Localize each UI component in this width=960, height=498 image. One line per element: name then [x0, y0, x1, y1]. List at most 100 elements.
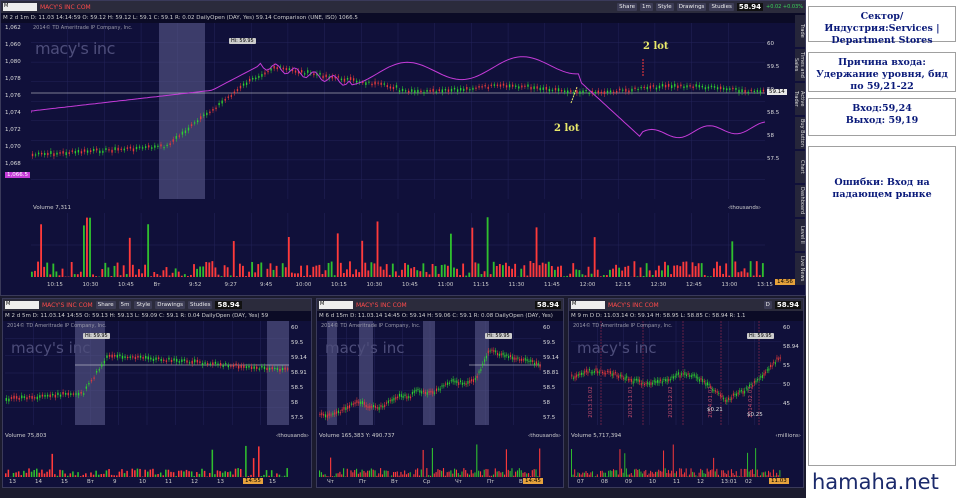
side-tab-3[interactable]: Buy Button: [795, 117, 805, 149]
main-price-tag: 59.14: [767, 89, 787, 95]
candle-body: [334, 412, 336, 415]
studies-button[interactable]: Studies: [709, 3, 734, 11]
candle-body: [625, 88, 627, 92]
chart3-symbol-input[interactable]: M: [319, 301, 353, 309]
candle-body: [245, 366, 248, 369]
candle-body: [539, 87, 541, 91]
volume-bar: [326, 476, 328, 477]
candle-body: [389, 399, 391, 402]
volume-bar: [691, 262, 694, 277]
candle-body: [491, 349, 493, 351]
volume-bar: [268, 475, 270, 477]
volume-bar: [361, 469, 363, 477]
candle-body: [771, 365, 773, 367]
candle-body: [393, 397, 395, 401]
axis-label: 58.5: [767, 110, 780, 116]
candle-body: [80, 392, 82, 394]
annotation-2lot-a: 2 lot: [643, 41, 669, 52]
chart2-interval-button[interactable]: 5m: [118, 301, 132, 309]
volume-bar: [477, 263, 480, 277]
candle-body: [168, 357, 170, 360]
chart2-symbol-input[interactable]: M: [5, 301, 39, 309]
volume-bar: [324, 474, 326, 477]
chart4-volume-plot[interactable]: [571, 441, 781, 477]
volume-bar: [498, 263, 501, 277]
chart4-symbol-input[interactable]: M: [571, 301, 605, 309]
volume-bar: [526, 473, 528, 477]
symbol-input[interactable]: M: [3, 3, 37, 11]
candle-body: [671, 85, 673, 89]
volume-bar: [734, 474, 736, 477]
side-tab-6[interactable]: Level II: [795, 219, 805, 251]
volume-bar: [582, 472, 584, 477]
side-tab-1[interactable]: Times and Sales: [793, 49, 805, 81]
candle-body: [178, 135, 181, 137]
candle-body: [537, 363, 539, 366]
volume-bar: [229, 275, 232, 277]
volume-bar: [505, 262, 507, 277]
chart2-drawings-button[interactable]: Drawings: [155, 301, 186, 309]
candle-body: [56, 152, 58, 155]
candle-body: [671, 376, 673, 378]
candle-body: [92, 148, 95, 152]
candle-body: [15, 396, 18, 399]
side-tab-7[interactable]: Live News: [795, 253, 805, 285]
axis-label: 58: [543, 400, 550, 406]
candle-body: [389, 86, 392, 89]
candle-body: [700, 378, 702, 380]
style-button[interactable]: Style: [655, 3, 674, 11]
chart2-volume-plot[interactable]: [5, 441, 289, 477]
side-tab-4[interactable]: Chart: [795, 151, 805, 183]
chart2-price-plot[interactable]: [5, 321, 289, 425]
candle-body: [481, 86, 483, 88]
candle-body: [698, 84, 700, 88]
chart2-volume-units: ‹thousands›: [276, 433, 309, 439]
volume-bar: [382, 269, 385, 277]
axis-label: 13:00: [721, 282, 738, 288]
candle-body: [504, 354, 506, 358]
volume-bar: [162, 270, 165, 277]
volume-bar: [116, 475, 118, 477]
side-tab-0[interactable]: Trade: [795, 15, 805, 47]
chart2-studies-button[interactable]: Studies: [188, 301, 213, 309]
interval-button[interactable]: 1m: [640, 3, 653, 11]
candle-body: [615, 91, 618, 93]
volume-bar: [761, 472, 763, 477]
notes-panel: Сектор/Индустрия:Services | Department S…: [806, 0, 960, 498]
candle-body: [676, 373, 678, 376]
candle-body: [710, 85, 713, 88]
axis-label: 58.91: [291, 370, 307, 376]
candle-body: [268, 367, 271, 370]
volume-bar: [34, 270, 36, 277]
axis-label: 1,070: [5, 144, 21, 150]
candle-body: [478, 371, 480, 373]
volume-bar: [322, 474, 324, 477]
drawings-button[interactable]: Drawings: [676, 3, 707, 11]
axis-label: 13: [217, 479, 224, 485]
volume-bar: [708, 471, 710, 477]
candle-body: [102, 150, 104, 153]
volume-bar: [547, 261, 550, 277]
volume-bar: [539, 448, 541, 477]
volume-bar: [579, 473, 581, 477]
candle-body: [765, 371, 767, 374]
chart3-volume-plot[interactable]: [319, 441, 541, 477]
main-time-tag: 14:56: [775, 279, 795, 285]
volume-bar: [465, 470, 467, 477]
candle-body: [577, 374, 579, 376]
candle-body: [232, 365, 235, 367]
candle-body: [350, 403, 352, 405]
side-tab-5[interactable]: Dashboard: [795, 185, 805, 217]
side-tab-2[interactable]: Active Trader: [793, 83, 805, 115]
volume-bar: [61, 470, 64, 477]
candle-body: [266, 367, 268, 370]
chart2-share-button[interactable]: Share: [95, 301, 116, 309]
chart2-style-button[interactable]: Style: [134, 301, 153, 309]
candle-body: [686, 374, 687, 377]
candle-body: [343, 78, 346, 82]
chart4-interval-button[interactable]: D: [763, 301, 772, 309]
main-volume-plot[interactable]: [31, 213, 765, 277]
candle-body: [10, 397, 13, 399]
share-button[interactable]: Share: [617, 3, 637, 11]
volume-bar: [100, 474, 103, 477]
